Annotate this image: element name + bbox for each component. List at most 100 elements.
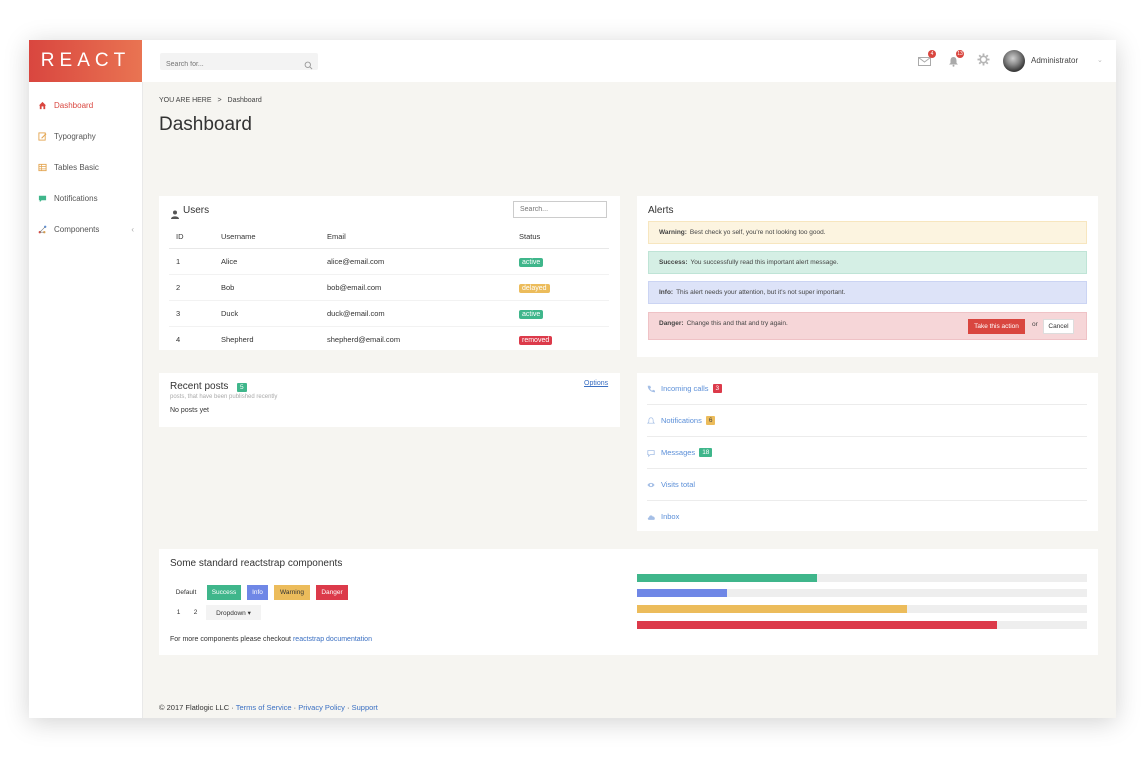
search-icon[interactable] xyxy=(304,57,313,75)
sidebar-item-tables-basic[interactable]: Tables Basic xyxy=(29,152,142,183)
stat-notifications[interactable]: Notifications 6 xyxy=(647,405,1087,437)
reactstrap-docs-link[interactable]: reactstrap documentation xyxy=(293,636,372,643)
user-icon xyxy=(171,206,179,224)
cell-id: 3 xyxy=(169,300,220,327)
column-header-username: Username xyxy=(220,224,326,249)
logo[interactable]: REACT xyxy=(29,40,142,82)
sitemap-icon xyxy=(37,225,47,235)
column-header-email: Email xyxy=(326,224,518,249)
table-row[interactable]: 3 Duck duck@email.com active xyxy=(169,300,609,327)
default-button[interactable]: Default xyxy=(170,585,202,600)
privacy-link[interactable]: Privacy Policy xyxy=(298,703,345,712)
stat-visits-total[interactable]: Visits total xyxy=(647,469,1087,501)
logo-text: REACT xyxy=(40,50,131,71)
progress-bar-danger xyxy=(637,621,1087,629)
bell-icon[interactable]: 13 xyxy=(948,50,964,72)
breadcrumb-current[interactable]: Dashboard xyxy=(228,97,262,104)
caret-down-icon: ▾ xyxy=(247,609,251,617)
table-row[interactable]: 4 Shepherd shepherd@email.com removed xyxy=(169,327,609,353)
no-posts-text: No posts yet xyxy=(170,407,209,414)
page-2-button[interactable]: 2 xyxy=(187,605,204,620)
chevron-left-icon: ‹ xyxy=(131,225,134,234)
stat-label: Notifications xyxy=(661,416,702,425)
status-badge: removed xyxy=(519,336,553,345)
sidebar-item-notifications[interactable]: Notifications xyxy=(29,183,142,214)
stat-messages[interactable]: Messages 18 xyxy=(647,437,1087,469)
success-button[interactable]: Success xyxy=(207,585,241,600)
stat-count-badge: 18 xyxy=(699,448,713,457)
or-text: or xyxy=(1032,321,1038,328)
alert-text: Best check yo self, you're not looking t… xyxy=(689,229,826,236)
options-link[interactable]: Options xyxy=(584,380,608,387)
sidebar-item-components[interactable]: Components ‹ xyxy=(29,214,142,245)
posts-count-badge: 5 xyxy=(237,383,247,392)
sidebar-nav: Dashboard Typography Tables Basic Notifi… xyxy=(29,82,142,245)
table-row[interactable]: 1 Alice alice@email.com active xyxy=(169,248,609,275)
info-alert: Info: This alert needs your attention, b… xyxy=(648,281,1087,304)
comment-icon xyxy=(647,448,657,458)
footer: © 2017 Flatlogic LLC · Terms of Service … xyxy=(159,703,378,712)
table-header-row: ID Username Email Status xyxy=(169,224,609,249)
status-badge: delayed xyxy=(519,284,550,293)
gear-icon[interactable] xyxy=(977,53,990,71)
cell-email: duck@email.com xyxy=(326,300,518,327)
info-button[interactable]: Info xyxy=(247,585,268,600)
breadcrumb-separator: > xyxy=(217,97,222,104)
alerts-title: Alerts xyxy=(648,205,674,216)
status-badge: active xyxy=(519,258,544,267)
app-window: REACT Dashboard Typography Tables Basic xyxy=(29,40,1116,718)
stats-card: Incoming calls 3 Notifications 6 Message… xyxy=(637,373,1098,531)
sidebar-item-dashboard[interactable]: Dashboard xyxy=(29,90,142,121)
stat-inbox[interactable]: Inbox xyxy=(647,501,1087,532)
home-icon xyxy=(37,101,47,111)
bell-icon xyxy=(647,416,657,426)
sidebar-item-label: Tables Basic xyxy=(54,163,99,172)
search-input[interactable] xyxy=(160,56,301,73)
table-row[interactable]: 2 Bob bob@email.com delayed xyxy=(169,274,609,301)
alert-label: Warning: xyxy=(659,229,687,236)
alert-text: This alert needs your attention, but it'… xyxy=(676,289,846,296)
stat-incoming-calls[interactable]: Incoming calls 3 xyxy=(647,373,1087,405)
dropdown-label: Dropdown xyxy=(216,609,246,617)
support-link[interactable]: Support xyxy=(352,703,378,712)
cell-id: 4 xyxy=(176,335,181,344)
dropdown-button[interactable]: Dropdown ▾ xyxy=(206,605,261,620)
breadcrumb: YOU ARE HERE > Dashboard xyxy=(159,97,262,104)
stat-label: Visits total xyxy=(661,480,696,489)
progress-fill xyxy=(637,574,817,582)
avatar[interactable] xyxy=(1003,50,1025,72)
sidebar-item-label: Notifications xyxy=(54,194,98,203)
mail-icon[interactable]: 4 xyxy=(918,50,936,72)
cancel-button[interactable]: Cancel xyxy=(1043,319,1074,334)
alert-label: Success: xyxy=(659,259,688,266)
users-title: Users xyxy=(183,205,210,216)
users-table: ID Username Email Status 1 Alice alice@e… xyxy=(169,224,609,352)
users-search-input[interactable] xyxy=(513,201,607,218)
cell-email: alice@email.com xyxy=(326,248,518,275)
eye-icon xyxy=(647,480,657,490)
more-components-text: For more components please checkout reac… xyxy=(170,636,372,643)
sidebar-item-typography[interactable]: Typography xyxy=(29,121,142,152)
mail-count-badge: 4 xyxy=(928,50,936,58)
pagination: 1 2 Dropdown ▾ xyxy=(170,605,261,622)
danger-button[interactable]: Danger xyxy=(316,585,348,600)
sidebar-item-label: Typography xyxy=(54,132,96,141)
cell-username: Bob xyxy=(220,274,326,301)
stat-count-badge: 3 xyxy=(712,384,723,393)
user-name[interactable]: Administrator xyxy=(1031,56,1078,65)
terms-link[interactable]: Terms of Service xyxy=(236,703,292,712)
users-card: Users ID Username Email Status 1 Alice a… xyxy=(159,196,620,350)
sidebar-item-label: Dashboard xyxy=(54,101,94,110)
sidebar: REACT Dashboard Typography Tables Basic xyxy=(29,40,143,718)
warning-button[interactable]: Warning xyxy=(274,585,310,600)
footer-dot: · xyxy=(231,703,234,712)
chevron-down-icon[interactable]: ⌄ xyxy=(1097,56,1103,64)
take-action-button[interactable]: Take this action xyxy=(968,319,1025,334)
main-content: YOU ARE HERE > Dashboard Dashboard Users… xyxy=(142,82,1116,718)
alert-label: Danger: xyxy=(659,320,684,327)
status-badge: active xyxy=(519,310,544,319)
cell-email: shepherd@email.com xyxy=(327,335,401,344)
column-header-id: ID xyxy=(169,224,220,249)
danger-alert: Danger: Change this and that and try aga… xyxy=(648,312,1087,340)
page-1-button[interactable]: 1 xyxy=(170,605,187,620)
